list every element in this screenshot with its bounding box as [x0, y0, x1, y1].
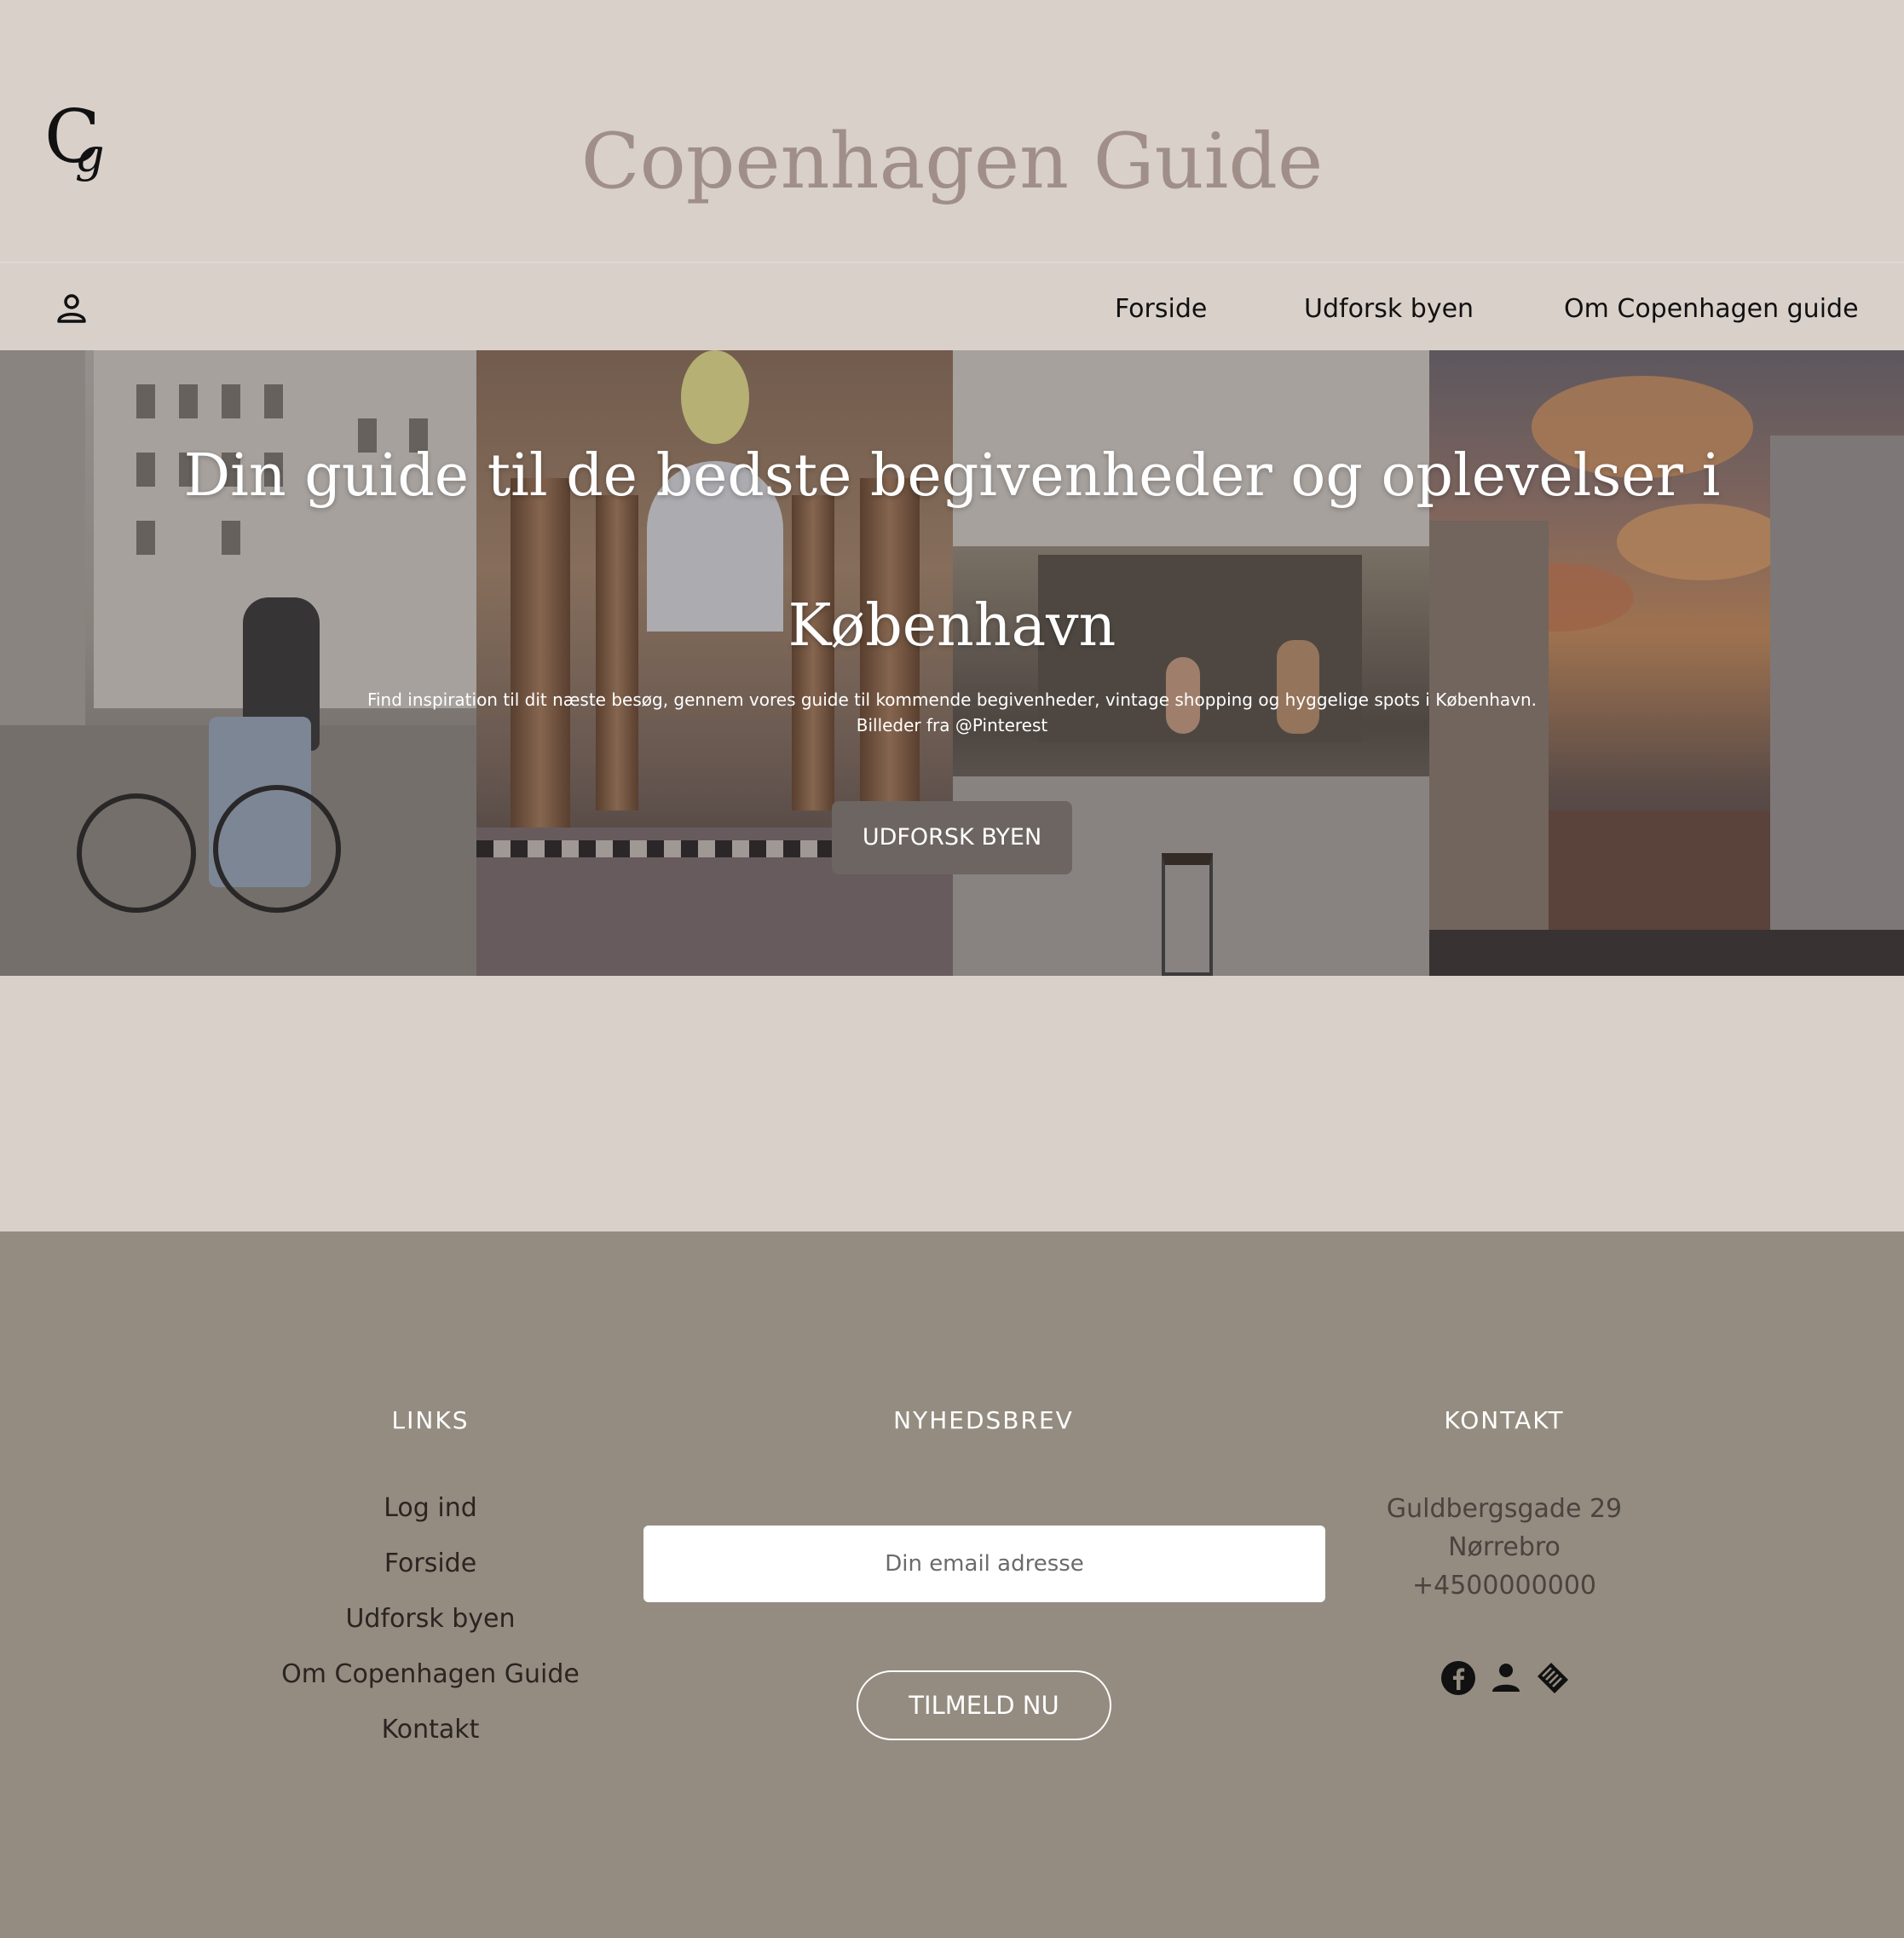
- contact-phone: +4500000000: [1411, 1571, 1596, 1601]
- newsletter-email-input[interactable]: [643, 1526, 1325, 1602]
- subscribe-button[interactable]: TILMELD NU: [857, 1670, 1111, 1740]
- main-nav: Forside Udforsk byen Om Copenhagen guide: [0, 263, 1904, 350]
- explore-city-button[interactable]: UDFORSK BYEN: [832, 801, 1072, 874]
- hero-description-line: Find inspiration til dit næste besøg, ge…: [366, 689, 1538, 710]
- hero-title: Din guide til de bedste begivenheder og …: [183, 442, 1721, 660]
- footer-link-udforsk-byen[interactable]: Udforsk byen: [217, 1602, 643, 1636]
- site-header: C g Copenhagen Guide: [0, 0, 1904, 263]
- hero-banner: Din guide til de bedste begivenheder og …: [0, 350, 1904, 976]
- footer-links-heading: LINKS: [391, 1406, 470, 1434]
- footer-link-log-ind[interactable]: Log ind: [217, 1491, 643, 1526]
- footer-link-forside[interactable]: Forside: [217, 1547, 643, 1581]
- contact-district: Nørrebro: [1448, 1532, 1561, 1562]
- user-icon[interactable]: [1487, 1659, 1525, 1697]
- footer-contact-heading: KONTAKT: [1444, 1406, 1565, 1434]
- site-title: Copenhagen Guide: [580, 117, 1324, 206]
- nav-item-om-copenhagen-guide[interactable]: Om Copenhagen guide: [1564, 292, 1859, 326]
- nav-item-udforsk-byen[interactable]: Udforsk byen: [1304, 292, 1474, 326]
- footer-link-kontakt[interactable]: Kontakt: [217, 1713, 643, 1747]
- nav-item-forside[interactable]: Forside: [1115, 292, 1207, 326]
- footer-link-om-copenhagen-guide[interactable]: Om Copenhagen Guide: [217, 1658, 643, 1692]
- tag-icon[interactable]: [1534, 1659, 1572, 1697]
- site-footer: LINKS Log ind Forside Udforsk byen Om Co…: [0, 1231, 1904, 1938]
- contact-address: Guldbergsgade 29: [1386, 1494, 1623, 1524]
- account-icon[interactable]: [55, 291, 89, 326]
- hero-description: Find inspiration til dit næste besøg, ge…: [170, 687, 1734, 738]
- hero-image-credit: Billeder fra @Pinterest: [856, 715, 1048, 735]
- footer-newsletter-heading: NYHEDSBREV: [893, 1406, 1074, 1434]
- facebook-icon[interactable]: [1440, 1659, 1477, 1697]
